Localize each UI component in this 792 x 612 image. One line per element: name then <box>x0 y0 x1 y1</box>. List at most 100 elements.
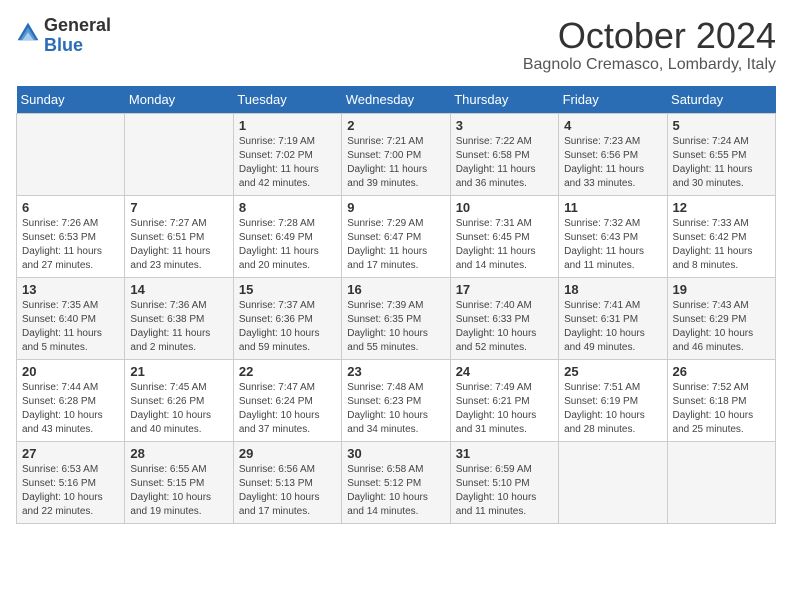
calendar-cell: 30 Sunrise: 6:58 AMSunset: 5:12 PMDayligh… <box>342 441 450 523</box>
day-info: Sunrise: 7:33 AMSunset: 6:42 PMDaylight:… <box>673 217 770 273</box>
day-number: 22 <box>239 364 336 379</box>
day-number: 2 <box>347 118 444 133</box>
day-number: 3 <box>456 118 553 133</box>
calendar-cell: 19Sunrise: 7:43 AMSunset: 6:29 PMDayligh… <box>667 277 775 359</box>
day-info: Sunrise: 7:26 AMSunset: 6:53 PMDaylight:… <box>22 217 119 273</box>
header-day-sunday: Sunday <box>17 86 125 114</box>
calendar-cell: 4Sunrise: 7:23 AMSunset: 6:56 PMDaylight… <box>559 113 667 195</box>
day-number: 14 <box>130 282 227 297</box>
calendar-cell: 6 Sunrise: 7:26 AMSunset: 6:53 PMDaylight… <box>17 195 125 277</box>
day-info: Sunrise: 7:51 AMSunset: 6:19 PMDaylight:… <box>564 381 661 437</box>
logo-general: General <box>44 15 111 35</box>
header-day-saturday: Saturday <box>667 86 775 114</box>
day-number: 15 <box>239 282 336 297</box>
day-number: 28 <box>130 446 227 461</box>
calendar-subtitle: Bagnolo Cremasco, Lombardy, Italy <box>523 56 776 74</box>
calendar-cell: 29 Sunrise: 6:56 AMSunset: 5:13 PMDayligh… <box>233 441 341 523</box>
day-info: Sunrise: 7:29 AMSunset: 6:47 PMDaylight:… <box>347 217 444 273</box>
day-info: Sunrise: 7:21 AMSunset: 7:00 PMDaylight:… <box>347 135 444 191</box>
calendar-cell: 9Sunrise: 7:29 AMSunset: 6:47 PMDaylight… <box>342 195 450 277</box>
calendar-cell: 22Sunrise: 7:47 AMSunset: 6:24 PMDayligh… <box>233 359 341 441</box>
calendar-cell: 10 Sunrise: 7:31 AMSunset: 6:45 PMDayligh… <box>450 195 558 277</box>
calendar-title: October 2024 <box>523 16 776 56</box>
calendar-cell: 1 Sunrise: 7:19 AMSunset: 7:02 PMDaylight… <box>233 113 341 195</box>
day-number: 13 <box>22 282 119 297</box>
day-number: 1 <box>239 118 336 133</box>
day-info: Sunrise: 7:27 AMSunset: 6:51 PMDaylight:… <box>130 217 227 273</box>
day-info: Sunrise: 7:49 AMSunset: 6:21 PMDaylight:… <box>456 381 553 437</box>
day-number: 23 <box>347 364 444 379</box>
calendar-cell: 18Sunrise: 7:41 AMSunset: 6:31 PMDayligh… <box>559 277 667 359</box>
calendar-cell <box>559 441 667 523</box>
day-info: Sunrise: 7:40 AMSunset: 6:33 PMDaylight:… <box>456 299 553 355</box>
day-info: Sunrise: 7:52 AMSunset: 6:18 PMDaylight:… <box>673 381 770 437</box>
header-day-monday: Monday <box>125 86 233 114</box>
calendar-week-2: 6 Sunrise: 7:26 AMSunset: 6:53 PMDaylight… <box>17 195 776 277</box>
calendar-cell: 28 Sunrise: 6:55 AMSunset: 5:15 PMDayligh… <box>125 441 233 523</box>
calendar-cell: 15 Sunrise: 7:37 AMSunset: 6:36 PMDayligh… <box>233 277 341 359</box>
day-info: Sunrise: 7:39 AMSunset: 6:35 PMDaylight:… <box>347 299 444 355</box>
day-info: Sunrise: 6:53 AMSunset: 5:16 PMDaylight:… <box>22 463 119 519</box>
logo-text-block: General Blue <box>44 16 111 55</box>
day-number: 25 <box>564 364 661 379</box>
calendar-cell: 20 Sunrise: 7:44 AMSunset: 6:28 PMDayligh… <box>17 359 125 441</box>
day-number: 24 <box>456 364 553 379</box>
calendar-cell: 7Sunrise: 7:27 AMSunset: 6:51 PMDaylight… <box>125 195 233 277</box>
calendar-cell: 3 Sunrise: 7:22 AMSunset: 6:58 PMDaylight… <box>450 113 558 195</box>
calendar-cell: 8Sunrise: 7:28 AMSunset: 6:49 PMDaylight… <box>233 195 341 277</box>
day-number: 18 <box>564 282 661 297</box>
day-info: Sunrise: 7:37 AMSunset: 6:36 PMDaylight:… <box>239 299 336 355</box>
calendar-week-1: 1 Sunrise: 7:19 AMSunset: 7:02 PMDaylight… <box>17 113 776 195</box>
calendar-week-5: 27 Sunrise: 6:53 AMSunset: 5:16 PMDayligh… <box>17 441 776 523</box>
day-info: Sunrise: 7:28 AMSunset: 6:49 PMDaylight:… <box>239 217 336 273</box>
day-number: 31 <box>456 446 553 461</box>
header-day-wednesday: Wednesday <box>342 86 450 114</box>
day-number: 29 <box>239 446 336 461</box>
day-info: Sunrise: 7:48 AMSunset: 6:23 PMDaylight:… <box>347 381 444 437</box>
calendar-cell: 23 Sunrise: 7:48 AMSunset: 6:23 PMDayligh… <box>342 359 450 441</box>
header-day-thursday: Thursday <box>450 86 558 114</box>
calendar-cell <box>125 113 233 195</box>
day-info: Sunrise: 6:56 AMSunset: 5:13 PMDaylight:… <box>239 463 336 519</box>
day-info: Sunrise: 7:44 AMSunset: 6:28 PMDaylight:… <box>22 381 119 437</box>
day-info: Sunrise: 7:24 AMSunset: 6:55 PMDaylight:… <box>673 135 770 191</box>
day-info: Sunrise: 7:19 AMSunset: 7:02 PMDaylight:… <box>239 135 336 191</box>
day-number: 12 <box>673 200 770 215</box>
calendar-cell: 16Sunrise: 7:39 AMSunset: 6:35 PMDayligh… <box>342 277 450 359</box>
day-info: Sunrise: 7:31 AMSunset: 6:45 PMDaylight:… <box>456 217 553 273</box>
logo-blue: Blue <box>44 35 83 55</box>
calendar-cell: 2 Sunrise: 7:21 AMSunset: 7:00 PMDaylight… <box>342 113 450 195</box>
calendar-cell: 5Sunrise: 7:24 AMSunset: 6:55 PMDaylight… <box>667 113 775 195</box>
calendar-cell: 24 Sunrise: 7:49 AMSunset: 6:21 PMDayligh… <box>450 359 558 441</box>
day-info: Sunrise: 6:58 AMSunset: 5:12 PMDaylight:… <box>347 463 444 519</box>
page-header: General Blue October 2024 Bagnolo Cremas… <box>16 16 776 74</box>
day-number: 17 <box>456 282 553 297</box>
calendar-cell: 12 Sunrise: 7:33 AMSunset: 6:42 PMDayligh… <box>667 195 775 277</box>
day-number: 21 <box>130 364 227 379</box>
day-number: 6 <box>22 200 119 215</box>
day-number: 30 <box>347 446 444 461</box>
day-number: 20 <box>22 364 119 379</box>
day-number: 10 <box>456 200 553 215</box>
logo: General Blue <box>16 16 111 55</box>
calendar-cell: 17 Sunrise: 7:40 AMSunset: 6:33 PMDayligh… <box>450 277 558 359</box>
calendar-cell: 31Sunrise: 6:59 AMSunset: 5:10 PMDayligh… <box>450 441 558 523</box>
day-info: Sunrise: 6:55 AMSunset: 5:15 PMDaylight:… <box>130 463 227 519</box>
calendar-table: SundayMondayTuesdayWednesdayThursdayFrid… <box>16 86 776 524</box>
calendar-cell: 13Sunrise: 7:35 AMSunset: 6:40 PMDayligh… <box>17 277 125 359</box>
day-info: Sunrise: 7:23 AMSunset: 6:56 PMDaylight:… <box>564 135 661 191</box>
day-info: Sunrise: 7:32 AMSunset: 6:43 PMDaylight:… <box>564 217 661 273</box>
calendar-cell: 21Sunrise: 7:45 AMSunset: 6:26 PMDayligh… <box>125 359 233 441</box>
day-number: 11 <box>564 200 661 215</box>
header-day-friday: Friday <box>559 86 667 114</box>
calendar-cell: 27 Sunrise: 6:53 AMSunset: 5:16 PMDayligh… <box>17 441 125 523</box>
calendar-cell: 26Sunrise: 7:52 AMSunset: 6:18 PMDayligh… <box>667 359 775 441</box>
day-number: 19 <box>673 282 770 297</box>
day-number: 27 <box>22 446 119 461</box>
calendar-cell <box>17 113 125 195</box>
calendar-cell: 11 Sunrise: 7:32 AMSunset: 6:43 PMDayligh… <box>559 195 667 277</box>
header-day-tuesday: Tuesday <box>233 86 341 114</box>
day-info: Sunrise: 7:22 AMSunset: 6:58 PMDaylight:… <box>456 135 553 191</box>
day-info: Sunrise: 7:36 AMSunset: 6:38 PMDaylight:… <box>130 299 227 355</box>
calendar-cell: 14 Sunrise: 7:36 AMSunset: 6:38 PMDayligh… <box>125 277 233 359</box>
